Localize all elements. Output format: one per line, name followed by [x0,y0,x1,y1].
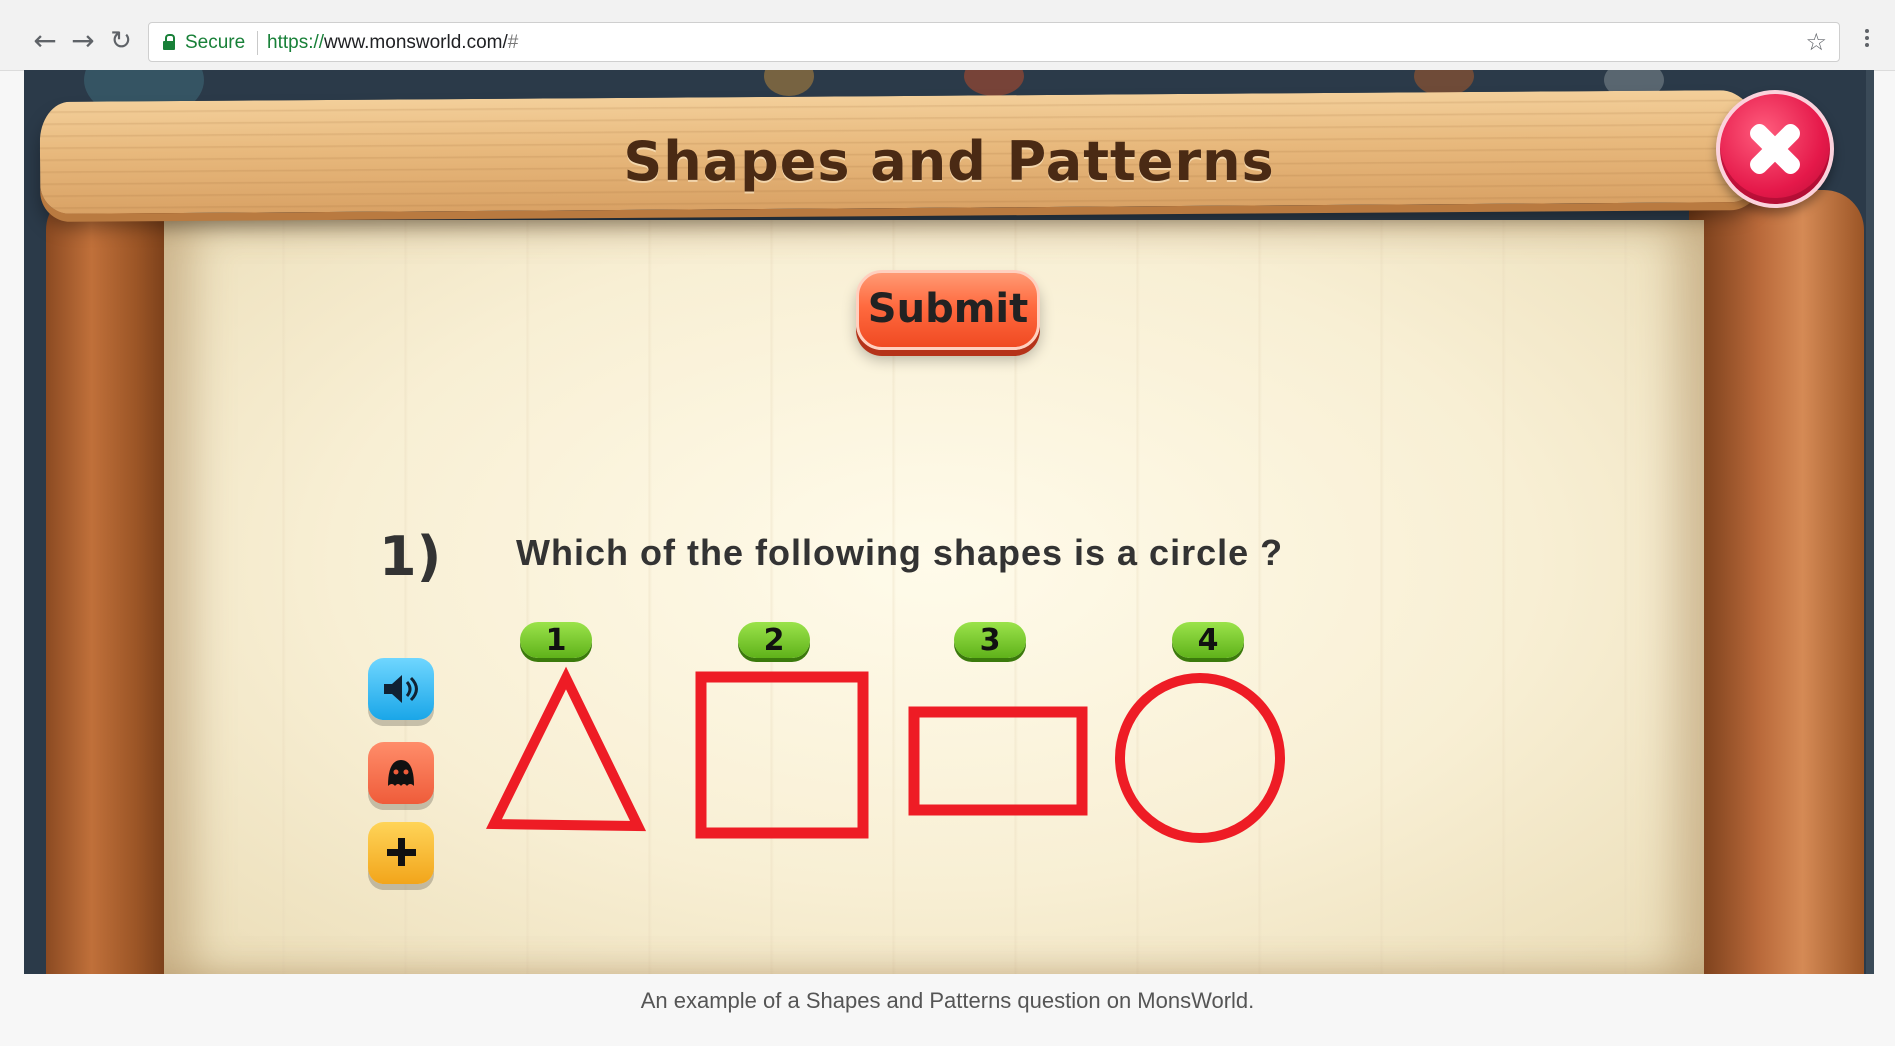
option-circle-shape[interactable] [1112,670,1288,846]
address-bar[interactable]: Secure https://www.monsworld.com/# ☆ [148,22,1840,62]
url-hash: # [507,32,519,53]
question-number: 1) [379,525,442,588]
character-hint-icon [388,760,414,786]
question-text: Which of the following shapes is a circl… [516,532,1284,573]
reload-icon[interactable]: ↻ [104,24,138,58]
option-badge-1[interactable]: 1 [520,622,592,658]
background-decoration [764,70,814,96]
lock-icon [163,34,175,50]
background-decoration [964,70,1024,96]
wooden-frame-left [46,190,176,974]
audio-button[interactable] [368,658,434,720]
more-vertical-icon[interactable] [1862,26,1872,56]
option-square-shape[interactable] [694,670,870,842]
url-scheme: https:// [267,32,325,53]
figure-caption: An example of a Shapes and Patterns ques… [640,988,1255,1013]
page-title: Shapes and Patterns [623,130,1275,193]
plus-icon [387,838,416,866]
game-viewport: Shapes and Patterns Submit 1) Which of t… [24,70,1874,974]
speaker-icon [384,675,418,703]
browser-toolbar: ← → ↻ Secure https://www.monsworld.com/#… [0,0,1895,71]
scrollbar[interactable] [1866,70,1874,974]
address-divider [257,31,258,55]
option-badge-2[interactable]: 2 [738,622,810,658]
option-badge-3[interactable]: 3 [954,622,1026,658]
close-button[interactable] [1716,90,1834,208]
option-badge-4[interactable]: 4 [1172,622,1244,658]
option-triangle-shape[interactable] [482,666,650,836]
url-host: www.monsworld.com/ [324,32,508,53]
option-rectangle-shape[interactable] [908,706,1088,816]
secure-label: Secure [185,32,246,53]
wooden-frame-right [1689,190,1864,974]
forward-arrow-icon[interactable]: → [66,24,100,58]
back-arrow-icon[interactable]: ← [28,24,62,58]
url-text[interactable]: https://www.monsworld.com/# [267,32,518,54]
add-button[interactable] [368,822,434,884]
hint-button[interactable] [368,742,434,804]
bookmark-star-icon[interactable]: ☆ [1805,28,1827,56]
submit-button[interactable]: Submit [856,270,1040,350]
